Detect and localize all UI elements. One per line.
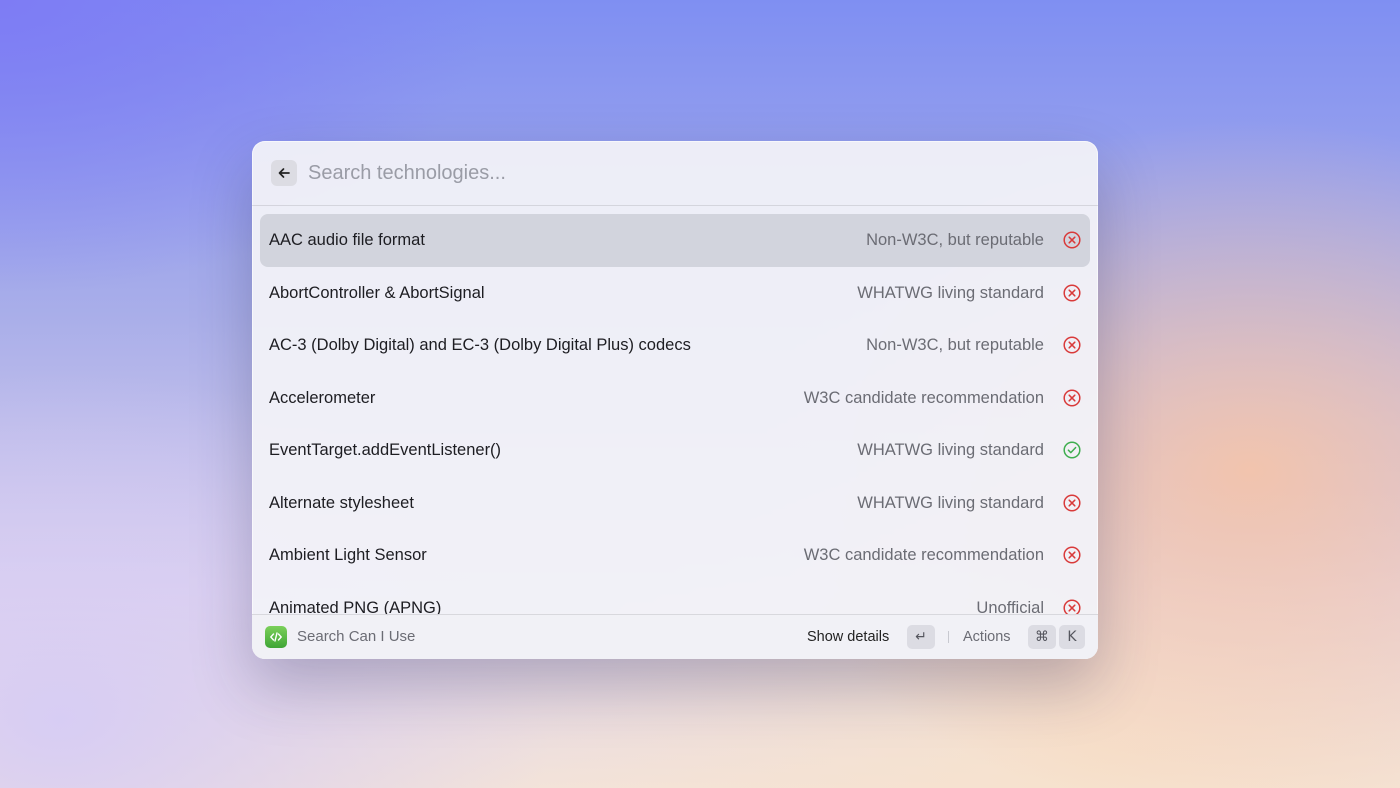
item-title: Ambient Light Sensor bbox=[269, 546, 427, 564]
list-item[interactable]: Accelerometer W3C candidate recommendatio… bbox=[260, 372, 1090, 425]
x-circle-icon bbox=[1063, 546, 1081, 564]
search-bar bbox=[252, 141, 1098, 206]
app-icon bbox=[265, 626, 287, 648]
code-icon bbox=[270, 632, 282, 642]
x-circle-icon bbox=[1063, 336, 1081, 354]
item-title: Alternate stylesheet bbox=[269, 493, 414, 512]
actions-button[interactable]: Actions bbox=[963, 615, 1011, 659]
item-title: AAC audio file format bbox=[269, 231, 425, 249]
item-status: WHATWG living standard bbox=[857, 441, 1044, 459]
item-status: Unofficial bbox=[976, 598, 1044, 617]
back-button[interactable] bbox=[271, 160, 297, 186]
list-item[interactable]: Alternate stylesheet WHATWG living standa… bbox=[260, 477, 1090, 530]
item-status: Non-W3C, but reputable bbox=[866, 231, 1044, 249]
list-item[interactable]: AbortController & AbortSignal WHATWG livi… bbox=[260, 267, 1090, 320]
item-status: Non-W3C, but reputable bbox=[866, 336, 1044, 354]
x-circle-icon bbox=[1063, 231, 1081, 249]
list-item[interactable]: Ambient Light Sensor W3C candidate recomm… bbox=[260, 529, 1090, 582]
item-status: WHATWG living standard bbox=[857, 493, 1044, 512]
results-list: AAC audio file format Non-W3C, but reputa… bbox=[260, 214, 1090, 616]
app-name: Search Can I Use bbox=[297, 628, 416, 645]
footer-bar: Search Can I Use Show details ↵ Actions … bbox=[252, 614, 1098, 659]
list-item[interactable]: AAC audio file format Non-W3C, but reputa… bbox=[260, 214, 1090, 267]
search-input[interactable] bbox=[308, 157, 1048, 189]
command-key-hint: ⌘ bbox=[1028, 625, 1056, 649]
k-key-hint: K bbox=[1059, 625, 1085, 649]
item-title: Accelerometer bbox=[269, 388, 376, 407]
x-circle-icon bbox=[1063, 493, 1081, 512]
command-palette-window: AAC audio file format Non-W3C, but reputa… bbox=[252, 141, 1098, 659]
list-item[interactable]: AC-3 (Dolby Digital) and EC-3 (Dolby Dig… bbox=[260, 319, 1090, 372]
item-status: W3C candidate recommendation bbox=[803, 388, 1044, 407]
footer-separator bbox=[948, 631, 949, 643]
list-item[interactable]: EventTarget.addEventListener() WHATWG liv… bbox=[260, 424, 1090, 477]
item-title: Animated PNG (APNG) bbox=[269, 598, 442, 617]
list-item[interactable]: Animated PNG (APNG) Unofficial bbox=[260, 582, 1090, 617]
item-title: AbortController & AbortSignal bbox=[269, 283, 485, 302]
item-status: WHATWG living standard bbox=[857, 283, 1044, 302]
check-circle-icon bbox=[1063, 441, 1081, 459]
x-circle-icon bbox=[1063, 388, 1081, 407]
arrow-left-icon bbox=[278, 168, 290, 178]
item-title: EventTarget.addEventListener() bbox=[269, 441, 502, 459]
show-details-button[interactable]: Show details bbox=[807, 615, 889, 659]
enter-key-hint: ↵ bbox=[907, 625, 935, 649]
x-circle-icon bbox=[1063, 283, 1081, 302]
item-title: AC-3 (Dolby Digital) and EC-3 (Dolby Dig… bbox=[269, 336, 691, 354]
item-status: W3C candidate recommendation bbox=[803, 546, 1044, 564]
